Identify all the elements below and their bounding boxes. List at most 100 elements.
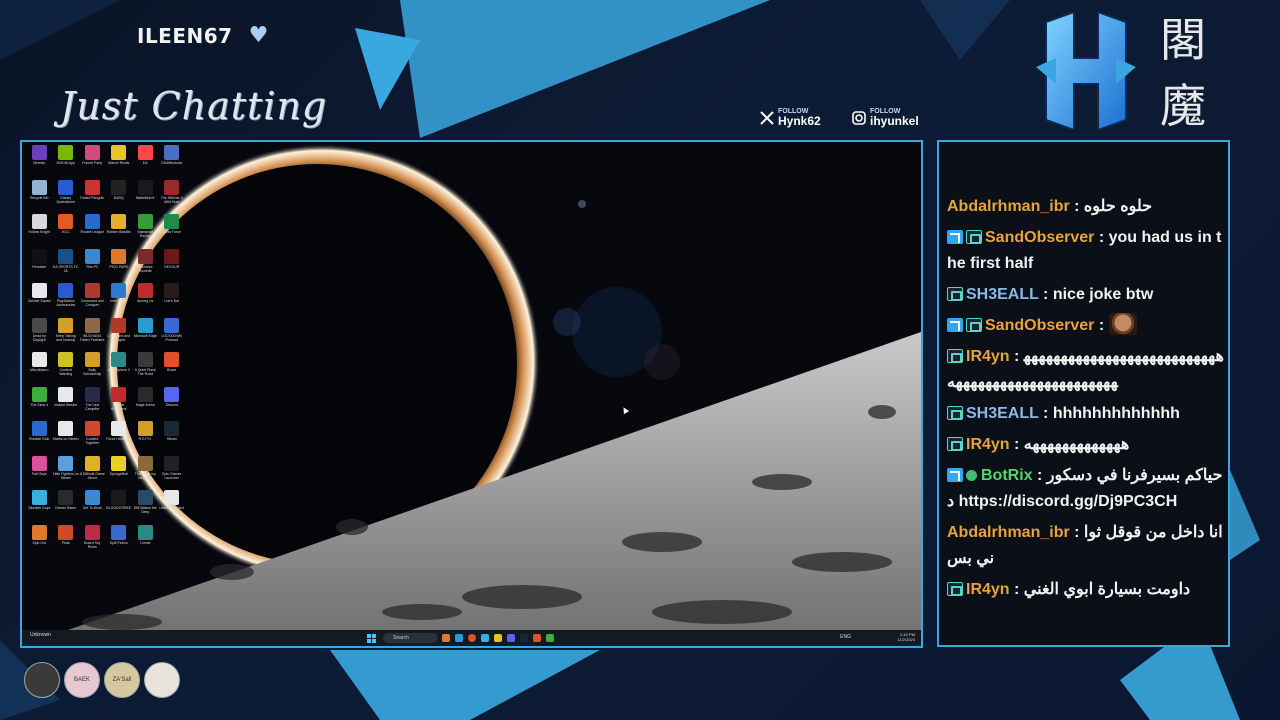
desktop-icon[interactable]: NVIDIA App [53,145,80,180]
desktop-icon[interactable]: Peak [53,524,80,560]
desktop-icon[interactable]: Command and Conquer [79,283,106,318]
desktop-icon[interactable]: A Quiet Place The Road [132,352,159,387]
chat-username[interactable]: SandObserver [985,229,1094,246]
desktop-icon[interactable]: SpongeBob [106,455,133,491]
desktop-icon[interactable]: Rumble Club [26,421,53,456]
desktop-icon[interactable]: That's not my Neighbor [132,455,159,491]
desktop-icon[interactable]: DARQ [106,179,133,215]
app-icon [137,352,153,367]
chat-username[interactable]: IR4yn [966,581,1010,598]
desktop-icon[interactable]: Board Sky Rules [79,524,106,560]
desktop-icon[interactable]: Comet [132,524,159,560]
desktop-icon[interactable]: The Witcher 3 Wild Hunt [159,179,186,215]
taskbar-app-icon[interactable] [533,634,541,642]
desktop-icon[interactable]: Fall Guys [26,455,53,491]
desktop-icon[interactable]: Ubisoft Connect [159,490,186,525]
chat-username[interactable]: Abdalrhman_ibr [947,524,1070,541]
desktop-icon[interactable]: Dream Racer [53,490,80,525]
desktop-icon[interactable]: Maths on Steam [53,421,80,456]
desktop-icon[interactable]: Rocket League [79,214,106,249]
desktop-icon[interactable]: Discord [159,386,186,422]
desktop-icon[interactable]: Steam [159,421,186,456]
chat-username[interactable]: SH3EALL [966,286,1039,303]
desktop-icon[interactable]: Bully Scholarship [79,352,106,387]
desktop-icon[interactable]: Buckshot Roulette [132,248,159,284]
chat-username[interactable]: BotRix [981,467,1033,484]
desktop-icon[interactable]: Content Warning [53,352,80,387]
desktop-icon[interactable]: Dead by Daylight [26,317,53,353]
desktop-icon[interactable]: Get To Work [79,490,106,525]
desktop-icon[interactable]: Stumble Guys [26,490,53,525]
taskbar-app-icon[interactable] [455,634,463,642]
desktop-icon[interactable]: A Difficult Game About [79,455,106,491]
desktop-icon[interactable]: R.E.P.O. [132,421,159,456]
desktop-icon[interactable]: Stampede Racing [132,214,159,249]
desktop-icon[interactable]: Instant Stream [53,386,80,422]
desktop-icon[interactable]: Liar's Bar [159,283,186,318]
desktop-icon[interactable]: BLOODSTRIKE [106,490,133,525]
taskbar-app-icon[interactable] [494,634,502,642]
desktop-icon[interactable]: Keep Talking and Nobody [53,317,80,353]
desktop-icon[interactable]: Spin Out [26,524,53,560]
desktop-icon[interactable]: Delta Force [159,214,186,249]
desktop-icon[interactable]: DS4Windows [159,145,186,180]
desktop-icon[interactable]: Battlefield 6 [132,179,159,215]
desktop-icon[interactable]: EA [132,145,159,180]
desktop-icon[interactable]: Funnel Party [79,145,106,180]
desktop-icon[interactable]: Little Fighters on Steam [53,455,80,491]
desktop-icon[interactable]: Still Wakes the Deep [132,490,159,525]
desktop-icon[interactable]: IXCC [53,214,80,249]
desktop-icon[interactable]: The Last Campfire [79,386,106,422]
desktop-icon[interactable]: AtmoSphere 2 [106,352,133,387]
desktop-icon[interactable]: Cooked Together [79,421,106,456]
desktop-icon[interactable]: Stremio [26,145,53,180]
desktop-icon[interactable]: EA SPORTS FC 26 [53,248,80,284]
taskbar-app-icon[interactable] [520,634,528,642]
desktop-icon[interactable]: PlayStation Accessories [53,283,80,318]
taskbar-app-icon[interactable] [546,634,554,642]
desktop-icon[interactable]: Epic Games Launcher [159,455,186,491]
desktop-icon[interactable]: Among Us [132,283,159,318]
desktop-icon[interactable]: Forza Horizon 5 [106,421,133,456]
desktop-icon[interactable]: LOCKDOWN Protocol [159,317,186,353]
social-x[interactable]: FOLLOW Hynk62 [760,108,821,127]
taskbar-lang[interactable]: ENG [840,634,851,640]
taskbar-search[interactable]: Search [383,633,438,643]
desktop-icon[interactable]: Disney Speedstorm [53,179,80,215]
desktop-icon[interactable]: Faded Penguin [79,179,106,215]
social-instagram[interactable]: FOLLOW ihyunkel [852,108,919,127]
taskbar-app-icon[interactable] [468,634,476,642]
chat-username[interactable]: IR4yn [966,348,1010,365]
app-icon [84,386,100,402]
desktop-icon[interactable]: Intel Driver [106,283,133,318]
chat-username[interactable]: SH3EALL [966,405,1039,422]
windows-start-icon[interactable] [367,634,376,643]
desktop-icon[interactable]: Microsoft Edge [132,317,159,353]
desktop-icon[interactable]: This PC [79,248,106,284]
chat-username[interactable]: Abdalrhman_ibr [947,198,1070,215]
taskbar-app-icon[interactable] [442,634,450,642]
desktop-icon[interactable]: Mage Arena [132,386,159,422]
supporter-avatar [24,662,60,698]
desktop-icon[interactable]: The Sims 4 [26,386,53,422]
desktop-icon[interactable]: MicroMacro [26,352,53,387]
desktop-icon[interactable]: Command and Conquer [106,317,133,353]
taskbar-weather[interactable]: Unknown [30,633,51,638]
desktop-icon[interactable]: DEVOUR [159,248,186,284]
desktop-icon[interactable]: Suicide Squad [26,283,53,318]
chat-username[interactable]: SandObserver [985,317,1094,334]
desktop-icon[interactable]: PICO PARK [106,248,133,284]
taskbar-app-icon[interactable] [481,634,489,642]
chat-username[interactable]: IR4yn [966,436,1010,453]
taskbar-app-icon[interactable] [507,634,515,642]
desktop-icon[interactable]: Brave [159,352,186,387]
desktop-icon[interactable]: Recycle Bin [26,179,53,215]
desktop-icon[interactable]: WUCHANG Fallen Feathers [79,317,106,353]
desktop-icon[interactable]: Robber Bandits [106,214,133,249]
desktop-icon[interactable]: Double Shoulders [106,386,133,422]
desktop-icon[interactable]: Rematch [26,248,53,284]
desktop-icon[interactable]: Split Fiction [106,524,133,560]
taskbar-clock[interactable]: 2:10 PM 11/2/2025 [898,632,916,642]
desktop-icon[interactable]: Hollow Knight [26,214,53,249]
desktop-icon[interactable]: Marvel Rivals [106,145,133,180]
